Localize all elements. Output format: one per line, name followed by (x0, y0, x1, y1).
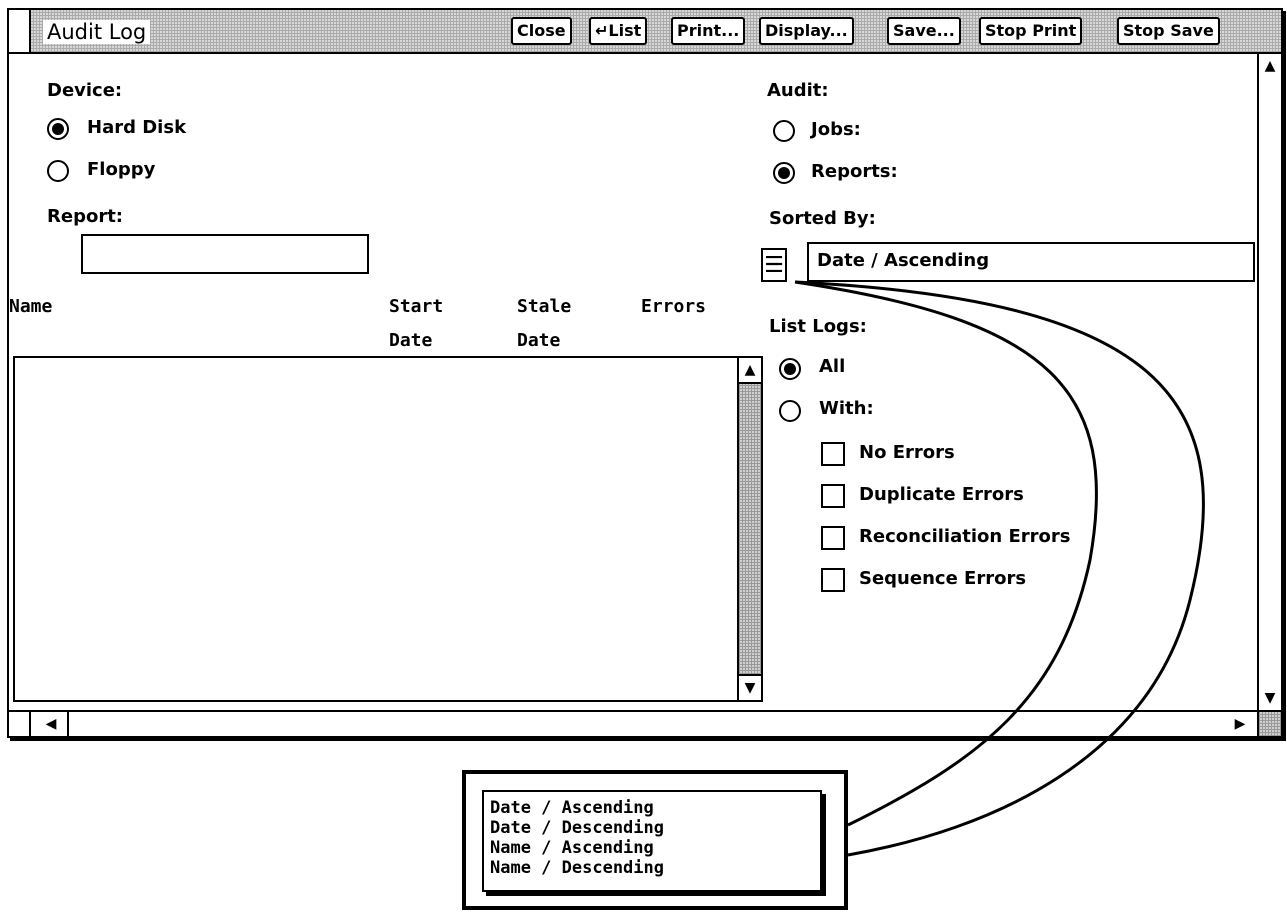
report-input[interactable] (81, 234, 369, 274)
down-arrow-icon[interactable]: ▼ (1259, 686, 1281, 710)
device-floppy-radio[interactable] (47, 160, 69, 182)
duplicate-errors-label: Duplicate Errors (859, 484, 1024, 505)
device-hard-disk-label: Hard Disk (87, 117, 187, 138)
window-vertical-scrollbar[interactable]: ▲ ▼ (1257, 54, 1281, 710)
stop-save-button[interactable]: Stop Save (1117, 17, 1220, 45)
sorted-by-label: Sorted By: (769, 208, 876, 229)
window-horizontal-scrollbar[interactable]: ◀ ▶ (9, 710, 1281, 736)
device-hard-disk-radio[interactable] (47, 118, 69, 140)
sort-option[interactable]: Name / Descending (490, 858, 814, 878)
col-name-header: Name (9, 296, 53, 317)
device-floppy-label: Floppy (87, 159, 156, 180)
up-arrow-icon[interactable]: ▲ (1259, 54, 1281, 78)
save-button[interactable]: Save... (887, 17, 961, 45)
device-label: Device: (47, 80, 123, 101)
sort-option[interactable]: Date / Descending (490, 818, 814, 838)
audit-reports-radio[interactable] (773, 162, 795, 184)
col-errors-header: Errors (641, 296, 707, 317)
stop-print-button[interactable]: Stop Print (979, 17, 1083, 45)
audit-list[interactable]: ▲ ▼ (13, 356, 763, 702)
no-errors-checkbox[interactable] (821, 442, 845, 466)
window-title: Audit Log (43, 20, 151, 44)
col-start-header-2: Date (389, 330, 433, 351)
scroll-track[interactable] (739, 384, 761, 674)
title-bar[interactable]: Audit Log Close ↵List Print... Display..… (9, 10, 1281, 54)
sort-options-menu: Date / Ascending Date / Descending Name … (482, 790, 822, 892)
list-logs-with-label: With: (819, 398, 874, 419)
no-errors-label: No Errors (859, 442, 955, 463)
menu-icon[interactable]: ☰ (761, 248, 787, 282)
sort-option[interactable]: Date / Ascending (490, 798, 814, 818)
down-arrow-icon[interactable]: ▼ (739, 674, 761, 700)
resize-corner[interactable] (1257, 712, 1281, 736)
sort-option[interactable]: Name / Ascending (490, 838, 814, 858)
sequence-errors-label: Sequence Errors (859, 568, 1027, 589)
col-stale-header-2: Date (517, 330, 561, 351)
scrollbar-divider (29, 712, 31, 736)
list-logs-label: List Logs: (769, 316, 867, 337)
audit-label: Audit: (767, 80, 829, 101)
list-logs-all-radio[interactable] (779, 358, 801, 380)
reconciliation-errors-label: Reconciliation Errors (859, 526, 1071, 547)
audit-log-window: Audit Log Close ↵List Print... Display..… (7, 8, 1283, 738)
close-button[interactable]: Close (511, 17, 572, 45)
up-arrow-icon[interactable]: ▲ (739, 358, 761, 384)
list-vertical-scrollbar[interactable]: ▲ ▼ (737, 358, 761, 700)
audit-reports-label: Reports: (811, 161, 898, 182)
print-button[interactable]: Print... (671, 17, 746, 45)
report-label: Report: (47, 206, 123, 227)
left-arrow-icon[interactable]: ◀ (35, 712, 69, 736)
list-logs-all-label: All (819, 356, 846, 377)
duplicate-errors-checkbox[interactable] (821, 484, 845, 508)
col-stale-header: Stale (517, 296, 572, 317)
sorted-by-field[interactable]: Date / Ascending (807, 242, 1255, 282)
audit-jobs-label: Jobs: (811, 119, 861, 140)
audit-jobs-radio[interactable] (773, 120, 795, 142)
list-button[interactable]: ↵List (589, 17, 648, 45)
list-logs-with-radio[interactable] (779, 400, 801, 422)
sort-options-popup: Date / Ascending Date / Descending Name … (462, 770, 848, 910)
display-button[interactable]: Display... (759, 17, 854, 45)
right-arrow-icon[interactable]: ▶ (1225, 712, 1255, 736)
col-start-header: Start (389, 296, 444, 317)
window-menu-stub[interactable] (9, 10, 31, 52)
sequence-errors-checkbox[interactable] (821, 568, 845, 592)
reconciliation-errors-checkbox[interactable] (821, 526, 845, 550)
